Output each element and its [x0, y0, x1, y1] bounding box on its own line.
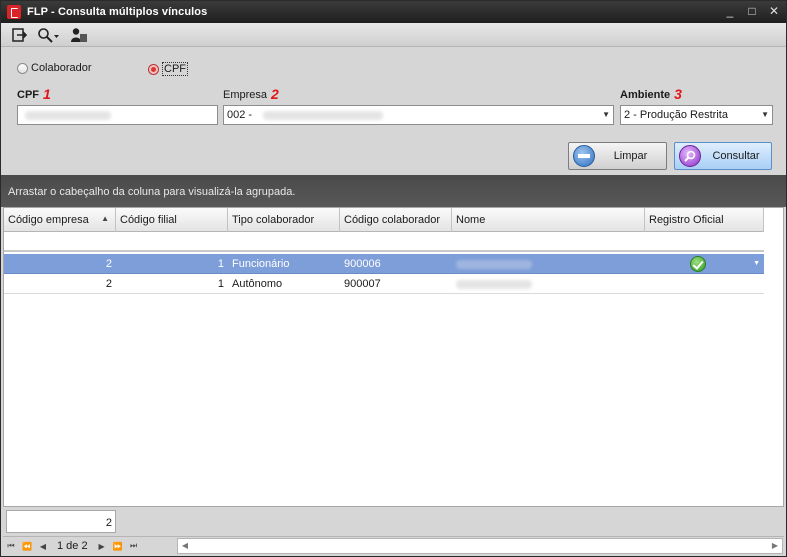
search-icon	[38, 27, 53, 43]
exit-icon	[12, 27, 27, 42]
page-indicator: 1 de 2	[57, 540, 88, 552]
main-window: FLP - Consulta múltiplos vínculos _ □ ✕	[0, 0, 787, 557]
redacted-nome	[456, 259, 532, 269]
title-bar: FLP - Consulta múltiplos vínculos _ □ ✕	[1, 1, 786, 23]
limpar-button[interactable]: Limpar	[568, 142, 667, 170]
pager: ⏮ ⏪ ◀ 1 de 2 ▶ ⏩ ⏭ ◀ ▶	[3, 536, 784, 555]
column-header-codigo-empresa[interactable]: Código empresa ▲	[4, 208, 116, 232]
cell-nome	[452, 274, 645, 294]
cpf-number-marker: 1	[43, 86, 51, 102]
ambiente-number-marker: 3	[674, 86, 682, 102]
radio-colaborador[interactable]: Colaborador	[17, 62, 92, 74]
cell-tipo-colaborador: Autônomo	[232, 278, 283, 290]
chevron-down-icon[interactable]: ▼	[602, 110, 610, 119]
first-page-button[interactable]: ⏮	[3, 538, 19, 555]
limpar-label: Limpar	[613, 150, 648, 162]
cell-codigo-filial: 1	[217, 278, 224, 290]
table-row[interactable]: 2 1 Funcionário 900006 ▼	[4, 254, 764, 274]
empresa-label-text: Empresa	[223, 89, 268, 101]
dropdown-arrow-icon	[54, 34, 59, 38]
consultar-button[interactable]: Consultar	[674, 142, 772, 170]
consultar-label: Consultar	[712, 150, 760, 162]
results-grid: Código empresa ▲ Código filial Tipo cola…	[3, 207, 784, 507]
scroll-right-icon[interactable]: ▶	[769, 540, 781, 552]
column-header-label: Tipo colaborador	[232, 214, 315, 226]
redacted-nome	[456, 279, 532, 289]
radio-cpf-label: CPF	[162, 62, 188, 76]
cell-codigo-empresa: 2	[105, 258, 112, 270]
record-count: 2	[6, 510, 116, 533]
grid-filter-row[interactable]	[4, 232, 764, 252]
ambiente-select[interactable]: 2 - Produção Restrita ▼	[620, 105, 773, 125]
user-button[interactable]	[68, 25, 90, 45]
column-header-nome[interactable]: Nome	[452, 208, 645, 232]
column-header-label: Código colaborador	[344, 214, 441, 226]
cell-registro-oficial: ▼	[645, 254, 764, 274]
chevron-down-icon[interactable]: ▼	[761, 110, 769, 119]
scroll-left-icon[interactable]: ◀	[179, 540, 191, 552]
column-header-label: Código filial	[120, 214, 177, 226]
cell-tipo-colaborador: Funcionário	[232, 258, 290, 270]
window-title: FLP - Consulta múltiplos vínculos	[27, 6, 208, 18]
cpf-label-text: CPF	[17, 89, 39, 101]
close-button[interactable]: ✕	[768, 3, 780, 19]
cpf-label: CPF 1	[17, 87, 51, 101]
radio-cpf-indicator[interactable]	[148, 63, 159, 75]
cell-registro-oficial	[645, 274, 764, 294]
sort-ascending-icon: ▲	[101, 214, 109, 223]
column-header-codigo-colaborador[interactable]: Código colaborador	[340, 208, 452, 232]
empresa-select[interactable]: 002 - ▼	[223, 105, 614, 125]
table-row[interactable]: 2 1 Autônomo 900007	[4, 274, 764, 294]
user-icon	[71, 27, 87, 42]
maximize-button[interactable]: □	[746, 3, 758, 19]
redacted-empresa-name	[263, 110, 384, 120]
cpf-input[interactable]	[17, 105, 218, 125]
filter-panel: Colaborador CPF CPF 1 Empresa 2 Ambiente…	[1, 48, 786, 175]
next-group-button[interactable]: ⏩	[110, 538, 126, 555]
minimize-button[interactable]: _	[724, 3, 736, 19]
radio-colaborador-label: Colaborador	[31, 62, 92, 74]
column-header-label: Registro Oficial	[649, 214, 724, 226]
ambiente-value: 2 - Produção Restrita	[624, 109, 728, 121]
column-header-label: Código empresa	[8, 214, 89, 226]
toolbar	[1, 23, 786, 47]
column-header-codigo-filial[interactable]: Código filial	[116, 208, 228, 232]
minus-icon	[573, 145, 595, 167]
grid-header: Código empresa ▲ Código filial Tipo cola…	[4, 208, 764, 232]
cell-codigo-colaborador: 900006	[344, 258, 381, 270]
window-controls: _ □ ✕	[724, 3, 780, 19]
column-header-registro-oficial[interactable]: Registro Oficial	[645, 208, 764, 232]
cell-codigo-colaborador: 900007	[344, 278, 381, 290]
redacted-cpf	[25, 110, 111, 120]
empresa-number-marker: 2	[271, 86, 279, 102]
chevron-down-icon[interactable]: ▼	[753, 260, 760, 267]
radio-colaborador-indicator[interactable]	[17, 62, 28, 74]
radio-cpf[interactable]: CPF	[148, 62, 188, 76]
ambiente-label: Ambiente 3	[620, 87, 682, 101]
cell-codigo-empresa: 2	[105, 278, 112, 290]
checkmark-icon	[690, 256, 706, 272]
magnifier-icon	[679, 145, 701, 167]
grid-footer: 2	[3, 508, 784, 535]
app-logo-icon	[7, 5, 21, 19]
prev-group-button[interactable]: ⏪	[19, 538, 35, 555]
empresa-label: Empresa 2	[223, 87, 279, 101]
cell-codigo-filial: 1	[217, 258, 224, 270]
cell-nome	[452, 254, 645, 274]
next-page-button[interactable]: ▶	[94, 538, 110, 555]
group-by-panel[interactable]: Arrastar o cabeçalho da coluna para visu…	[1, 175, 786, 207]
ambiente-label-text: Ambiente	[620, 89, 671, 101]
horizontal-scrollbar[interactable]: ◀ ▶	[177, 538, 783, 554]
exit-button[interactable]	[9, 25, 29, 45]
last-page-button[interactable]: ⏭	[126, 538, 142, 555]
group-by-hint: Arrastar o cabeçalho da coluna para visu…	[8, 186, 296, 198]
search-button[interactable]	[35, 25, 62, 45]
column-header-label: Nome	[456, 214, 486, 226]
empresa-value: 002 -	[227, 109, 253, 121]
prev-page-button[interactable]: ◀	[35, 538, 51, 555]
column-header-tipo-colaborador[interactable]: Tipo colaborador	[228, 208, 340, 232]
